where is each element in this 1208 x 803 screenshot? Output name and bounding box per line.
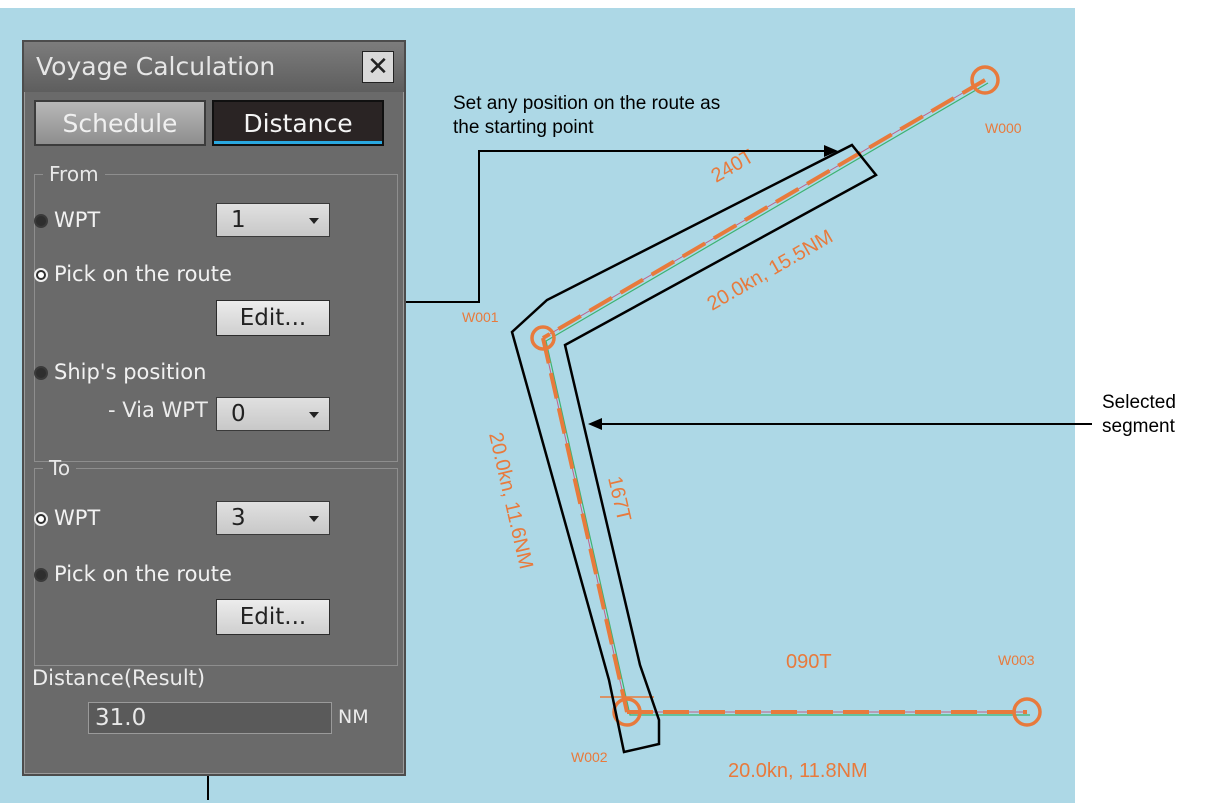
dropdown-arrow-icon bbox=[309, 218, 319, 224]
from-legend: From bbox=[49, 162, 99, 186]
close-icon: ✕ bbox=[367, 52, 389, 82]
start-point-callout-line2: the starting point bbox=[453, 117, 594, 138]
via-wpt-label: - Via WPT bbox=[108, 398, 208, 422]
from-wpt-value: 1 bbox=[231, 207, 246, 233]
to-wpt-select[interactable]: 3 bbox=[216, 501, 330, 535]
distance-result-label: Distance(Result) bbox=[32, 666, 206, 690]
waypoint-w000-label: W000 bbox=[985, 120, 1022, 136]
waypoint-w001-label: W001 bbox=[462, 309, 499, 325]
selected-segment-callout-line2: segment bbox=[1102, 416, 1175, 437]
from-wpt-select[interactable]: 1 bbox=[216, 203, 330, 237]
radio-checked-icon bbox=[34, 268, 48, 282]
from-ship-radio[interactable]: Ship's position bbox=[34, 358, 206, 386]
start-point-callout: Set any position on the route as the sta… bbox=[453, 92, 720, 140]
to-wpt-radio[interactable]: WPT bbox=[34, 504, 100, 532]
via-wpt-select[interactable]: 0 bbox=[216, 397, 330, 431]
waypoint-w002-label: W002 bbox=[571, 749, 608, 765]
selected-segment-callout-line1: Selected bbox=[1102, 392, 1176, 413]
leg-2-course: 090T bbox=[786, 651, 832, 673]
from-wpt-label: WPT bbox=[54, 208, 101, 232]
panel-title: Voyage Calculation bbox=[36, 52, 276, 81]
dropdown-arrow-icon bbox=[309, 516, 319, 522]
to-legend: To bbox=[49, 456, 71, 480]
to-wpt-value: 3 bbox=[231, 505, 246, 531]
dropdown-arrow-icon bbox=[309, 412, 319, 418]
tab-schedule[interactable]: Schedule bbox=[34, 100, 206, 146]
tab-distance[interactable]: Distance bbox=[212, 100, 384, 146]
distance-result-field: 31.0 bbox=[88, 702, 332, 734]
selected-segment-callout: Selected segment bbox=[1102, 391, 1176, 439]
leg-2-info: 20.0kn, 11.8NM bbox=[728, 760, 868, 782]
waypoint-w003-label: W003 bbox=[998, 652, 1035, 668]
panel-titlebar[interactable]: Voyage Calculation ✕ bbox=[24, 42, 404, 92]
from-ship-label: Ship's position bbox=[54, 360, 207, 384]
to-pick-label: Pick on the route bbox=[54, 562, 232, 586]
from-pick-radio[interactable]: Pick on the route bbox=[34, 260, 232, 288]
radio-icon bbox=[34, 214, 48, 228]
from-edit-button[interactable]: Edit... bbox=[216, 300, 330, 336]
radio-icon bbox=[34, 366, 48, 380]
to-pick-radio[interactable]: Pick on the route bbox=[34, 560, 232, 588]
to-edit-button[interactable]: Edit... bbox=[216, 599, 330, 635]
close-button[interactable]: ✕ bbox=[362, 51, 394, 83]
voyage-calculation-panel: Voyage Calculation ✕ Schedule Distance F… bbox=[22, 40, 406, 776]
start-point-callout-line1: Set any position on the route as bbox=[453, 93, 721, 114]
radio-icon bbox=[34, 568, 48, 582]
from-wpt-radio[interactable]: WPT bbox=[34, 206, 100, 234]
via-wpt-value: 0 bbox=[231, 401, 246, 427]
distance-unit-label: NM bbox=[338, 706, 369, 728]
from-pick-label: Pick on the route bbox=[54, 262, 232, 286]
to-wpt-label: WPT bbox=[54, 506, 101, 530]
radio-checked-icon bbox=[34, 512, 48, 526]
